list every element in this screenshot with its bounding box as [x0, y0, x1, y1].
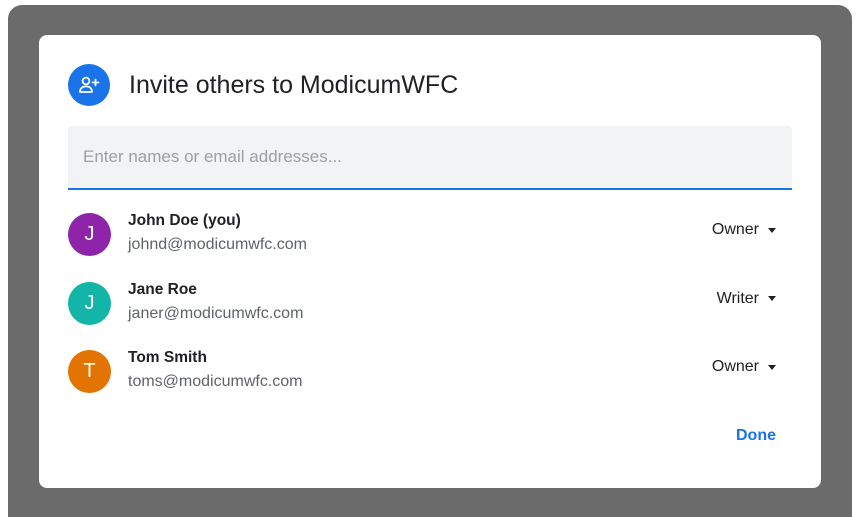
member-list: J John Doe (you) johnd@modicumwfc.com Ow…: [68, 199, 792, 405]
list-item: T Tom Smith toms@modicumwfc.com Owner: [68, 336, 792, 405]
role-dropdown[interactable]: Owner: [712, 358, 776, 376]
list-item: J John Doe (you) johnd@modicumwfc.com Ow…: [68, 199, 792, 268]
role-dropdown[interactable]: Writer: [717, 290, 776, 308]
dialog-header: Invite others to ModicumWFC: [68, 64, 458, 106]
dialog-title: Invite others to ModicumWFC: [129, 70, 459, 99]
member-name: Tom Smith: [128, 349, 207, 366]
caret-down-icon: [768, 296, 776, 301]
role-label: Owner: [711, 221, 759, 238]
avatar: J: [68, 213, 111, 256]
role-label: Writer: [716, 289, 759, 307]
member-email: janer@modicumwfc.com: [128, 304, 304, 322]
search-input[interactable]: [68, 126, 792, 188]
caret-down-icon: [768, 227, 776, 233]
list-item: J Jane Roe janer@modicumwfc.com Writer: [68, 268, 792, 337]
avatar: T: [68, 350, 111, 393]
role-dropdown[interactable]: Owner: [712, 221, 776, 239]
avatar: J: [68, 281, 111, 325]
member-name: John Doe (you): [128, 212, 241, 229]
member-email: johnd@modicumwfc.com: [128, 236, 307, 253]
member-name: Jane Roe: [128, 280, 197, 298]
invite-dialog: Invite others to ModicumWFC J John Doe (…: [39, 35, 821, 488]
member-email: toms@modicumwfc.com: [128, 373, 303, 390]
search-field[interactable]: [68, 126, 792, 190]
role-label: Owner: [711, 358, 759, 375]
caret-down-icon: [768, 364, 776, 370]
person-add-icon: [68, 64, 110, 106]
done-button[interactable]: Done: [736, 427, 776, 445]
